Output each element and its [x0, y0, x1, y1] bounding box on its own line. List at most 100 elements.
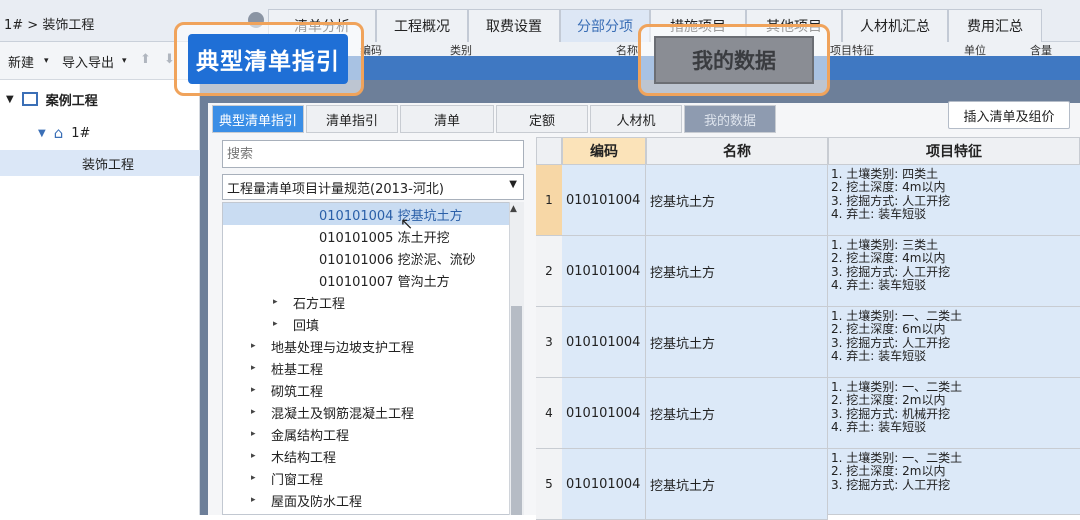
list-tree-label: 石方工程: [293, 296, 346, 312]
subtab-my-data[interactable]: 我的数据: [684, 105, 776, 133]
home-icon: ⌂: [53, 124, 64, 142]
list-tree-label: 门窗工程: [271, 472, 324, 488]
list-tree-item[interactable]: 010101005 冻土开挖: [223, 225, 509, 247]
import-export-button[interactable]: 导入导出: [62, 52, 114, 71]
grid-cell-code[interactable]: 010101004: [562, 307, 646, 378]
grid-row-number[interactable]: 3: [536, 307, 562, 378]
tab-sub-items[interactable]: 分部分项: [560, 9, 650, 42]
grid-cell-name[interactable]: 挖基坑土方: [646, 449, 828, 520]
list-tree-item[interactable]: ▸ 木结构工程: [223, 445, 509, 467]
tab-fee-summary[interactable]: 费用汇总: [948, 9, 1042, 42]
expand-icon[interactable]: ▸: [251, 407, 265, 417]
list-tree-label: 回填: [293, 318, 320, 334]
callout-label-left: 典型清单指引: [188, 34, 348, 84]
expand-icon[interactable]: ▸: [251, 363, 265, 373]
expand-icon[interactable]: ▸: [273, 319, 287, 329]
move-up-icon[interactable]: ⬆: [140, 52, 151, 67]
grid-header-code[interactable]: 编码: [562, 137, 646, 165]
collapse-icon[interactable]: ▼: [6, 94, 14, 105]
insert-list-button[interactable]: 插入清单及组价: [948, 101, 1070, 129]
import-export-dropdown-icon[interactable]: ▾: [122, 56, 127, 66]
project-tree: ▼ 案例工程 ▼ ⌂ 1# 装饰工程: [0, 80, 200, 515]
grid-cell-code[interactable]: 010101004: [562, 378, 646, 449]
new-button[interactable]: 新建: [8, 52, 34, 71]
list-tree-label: 屋面及防水工程: [271, 494, 363, 510]
grid-cell-name[interactable]: 挖基坑土方: [646, 236, 828, 307]
tab-labor-material-summary[interactable]: 人材机汇总: [842, 9, 948, 42]
list-tree-label: 地基处理与边坡支护工程: [271, 340, 415, 356]
expand-icon[interactable]: ▸: [251, 495, 265, 505]
scroll-up-icon[interactable]: ▲: [510, 204, 517, 214]
tree-label-building: 1#: [71, 125, 91, 141]
list-tree: 010101004 挖基坑土方 010101005 冻土开挖 010101006 挖…: [222, 202, 524, 515]
grid-cell-name[interactable]: 挖基坑土方: [646, 165, 828, 236]
tree-item-project[interactable]: ▼ 案例工程: [0, 86, 200, 112]
subtab-list[interactable]: 清单: [400, 105, 494, 133]
list-tree-label: 砌筑工程: [271, 384, 324, 400]
list-tree-item[interactable]: 010101007 管沟土方: [223, 269, 509, 291]
grid-header-feature[interactable]: 项目特征: [828, 137, 1080, 165]
list-tree-item[interactable]: ▸ 混凝土及钢筋混凝土工程: [223, 401, 509, 423]
header-qty: 含量: [1030, 44, 1052, 57]
grid-row-number[interactable]: 5: [536, 449, 562, 520]
expand-icon[interactable]: ▸: [251, 385, 265, 395]
list-tree-label: 混凝土及钢筋混凝土工程: [271, 406, 415, 422]
grid-cell-code[interactable]: 010101004: [562, 236, 646, 307]
search-input[interactable]: [222, 140, 524, 168]
header-category: 类别: [450, 44, 472, 57]
list-tree-item[interactable]: ▸ 石方工程: [223, 291, 509, 313]
watermark-text: 大数跨境: [42, 488, 114, 509]
list-tree-item[interactable]: ▸ 屋面及防水工程: [223, 489, 509, 511]
callout-label-right: 我的数据: [654, 36, 814, 84]
list-tree-item[interactable]: ▸ 回填: [223, 313, 509, 335]
grid-cell-feature[interactable]: 1. 土壤类别: 三类土 2. 挖土深度: 4m以内 3. 挖掘方式: 人工开挖…: [828, 236, 1080, 307]
grid-cell-feature[interactable]: 1. 土壤类别: 一、二类土 2. 挖土深度: 2m以内 3. 挖掘方式: 人工…: [828, 449, 1080, 515]
watermark-logo-icon: [10, 488, 36, 506]
list-tree-label: 木结构工程: [271, 450, 337, 466]
expand-icon[interactable]: ▸: [251, 429, 265, 439]
subtab-quota[interactable]: 定额: [496, 105, 588, 133]
list-tree-item[interactable]: ▸ 门窗工程: [223, 467, 509, 489]
grid-cell-feature[interactable]: 1. 土壤类别: 一、二类土 2. 挖土深度: 6m以内 3. 挖掘方式: 人工…: [828, 307, 1080, 378]
subtab-list-guide[interactable]: 清单指引: [306, 105, 398, 133]
chevron-down-icon[interactable]: ▼: [509, 179, 517, 190]
expand-icon[interactable]: ▸: [251, 451, 265, 461]
header-name: 名称: [616, 44, 638, 57]
tab-project-overview[interactable]: 工程概况: [376, 9, 468, 42]
header-unit: 单位: [964, 44, 986, 57]
list-tree-item[interactable]: 010101004 挖基坑土方: [223, 203, 509, 225]
grid-cell-feature[interactable]: 1. 土壤类别: 四类土 2. 挖土深度: 4m以内 3. 挖掘方式: 人工开挖…: [828, 165, 1080, 236]
scrollbar-thumb[interactable]: [511, 306, 522, 515]
subtab-typical-list-guide[interactable]: 典型清单指引: [212, 105, 304, 133]
list-tree-item[interactable]: ▸ 地基处理与边坡支护工程: [223, 335, 509, 357]
list-tree-item[interactable]: ▸ 桩基工程: [223, 357, 509, 379]
list-tree-item[interactable]: ▸ 金属结构工程: [223, 423, 509, 445]
mouse-cursor-icon: ↖: [400, 214, 414, 233]
new-dropdown-icon[interactable]: ▾: [44, 56, 49, 66]
grid-cell-name[interactable]: 挖基坑土方: [646, 307, 828, 378]
subtab-labor-material[interactable]: 人材机: [590, 105, 682, 133]
grid-cell-feature[interactable]: 1. 土壤类别: 一、二类土 2. 挖土深度: 2m以内 3. 挖掘方式: 机械…: [828, 378, 1080, 449]
tab-fee-settings[interactable]: 取费设置: [468, 9, 560, 42]
list-tree-item[interactable]: ▸ 砌筑工程: [223, 379, 509, 401]
watermark: 大数跨境: [10, 484, 114, 510]
tree-label-decoration: 装饰工程: [82, 157, 135, 173]
breadcrumb[interactable]: 1# > 装饰工程: [4, 14, 94, 33]
grid-row-number[interactable]: 1: [536, 165, 562, 236]
grid-row-number[interactable]: 2: [536, 236, 562, 307]
collapse-icon[interactable]: ▼: [38, 128, 46, 139]
expand-icon[interactable]: ▸: [251, 341, 265, 351]
spec-select[interactable]: 工程量清单项目计量规范(2013-河北) ▼: [222, 174, 524, 200]
list-tree-item[interactable]: 010101006 挖淤泥、流砂: [223, 247, 509, 269]
grid-row-number[interactable]: 4: [536, 378, 562, 449]
expand-icon[interactable]: ▸: [273, 297, 287, 307]
expand-icon[interactable]: ▸: [251, 473, 265, 483]
list-tree-label: 010101006 挖淤泥、流砂: [319, 252, 476, 268]
grid-cell-code[interactable]: 010101004: [562, 165, 646, 236]
tree-item-building[interactable]: ▼ ⌂ 1#: [0, 120, 200, 146]
grid-cell-code[interactable]: 010101004: [562, 449, 646, 520]
grid-header-name[interactable]: 名称: [646, 137, 828, 165]
grid-cell-name[interactable]: 挖基坑土方: [646, 378, 828, 449]
list-tree-label: 010101005 冻土开挖: [319, 230, 450, 246]
tree-item-decoration[interactable]: 装饰工程: [0, 150, 200, 176]
